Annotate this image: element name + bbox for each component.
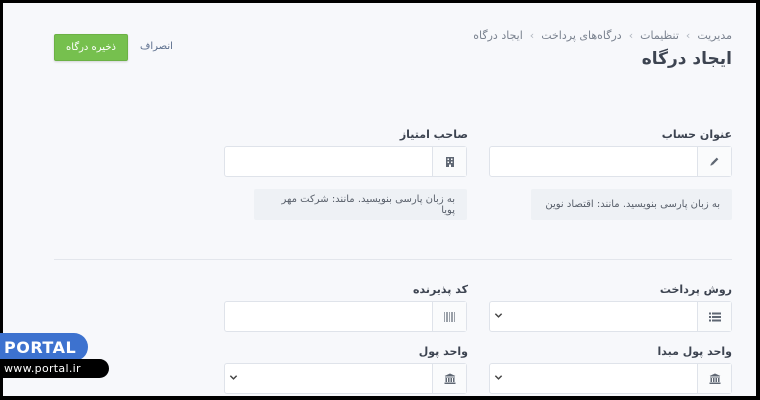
bank-icon (697, 364, 731, 393)
account-title-input[interactable] (489, 146, 732, 177)
breadcrumb-separator: › (628, 29, 634, 42)
chevron-down-icon[interactable] (494, 311, 503, 320)
page-container: مدیریت › تنظیمات › درگاه‌های پرداخت › ای… (3, 3, 756, 396)
bank-icon (432, 364, 466, 393)
breadcrumb-item-current: ایجاد درگاه (473, 29, 523, 42)
acceptor-code-label: کد پذیرنده (412, 283, 468, 296)
account-title-hint: به زبان پارسی بنویسید. مانند: اقتصاد نوی… (531, 189, 732, 220)
save-button[interactable]: ذخیره درگاه (54, 34, 128, 61)
breadcrumb-item-settings[interactable]: تنظیمات (640, 29, 679, 42)
pencil-icon (697, 147, 731, 176)
page-title: ایجاد درگاه (641, 49, 732, 69)
payment-method-select[interactable] (489, 301, 732, 332)
acceptor-code-input[interactable] (224, 301, 467, 332)
source-currency-label: واحد پول مبدا (657, 345, 732, 358)
section-divider (54, 259, 732, 260)
breadcrumb-item-gateways[interactable]: درگاه‌های پرداخت (541, 29, 622, 42)
licensee-hint: به زبان پارسی بنویسید. مانند: شرکت مهر پ… (254, 189, 467, 220)
barcode-icon (432, 302, 466, 331)
account-title-label: عنوان حساب (661, 128, 732, 141)
portal-logo: PORTAL (0, 333, 88, 361)
payment-method-label: روش پرداخت (659, 283, 732, 296)
currency-select[interactable] (224, 363, 467, 394)
portal-url: www.portal.ir (0, 359, 109, 378)
chevron-down-icon[interactable] (229, 373, 238, 382)
source-currency-select[interactable] (489, 363, 732, 394)
breadcrumb-separator: › (685, 29, 691, 42)
chevron-down-icon[interactable] (494, 373, 503, 382)
licensee-input[interactable] (224, 146, 467, 177)
breadcrumb: مدیریت › تنظیمات › درگاه‌های پرداخت › ای… (473, 29, 732, 42)
licensee-label: صاحب امتیاز (399, 128, 468, 141)
cancel-link[interactable]: انصراف (140, 41, 173, 52)
breadcrumb-separator: › (529, 29, 535, 42)
building-icon (432, 147, 466, 176)
breadcrumb-item-admin[interactable]: مدیریت (697, 29, 732, 42)
currency-label: واحد پول (418, 345, 468, 358)
list-icon (697, 302, 731, 331)
